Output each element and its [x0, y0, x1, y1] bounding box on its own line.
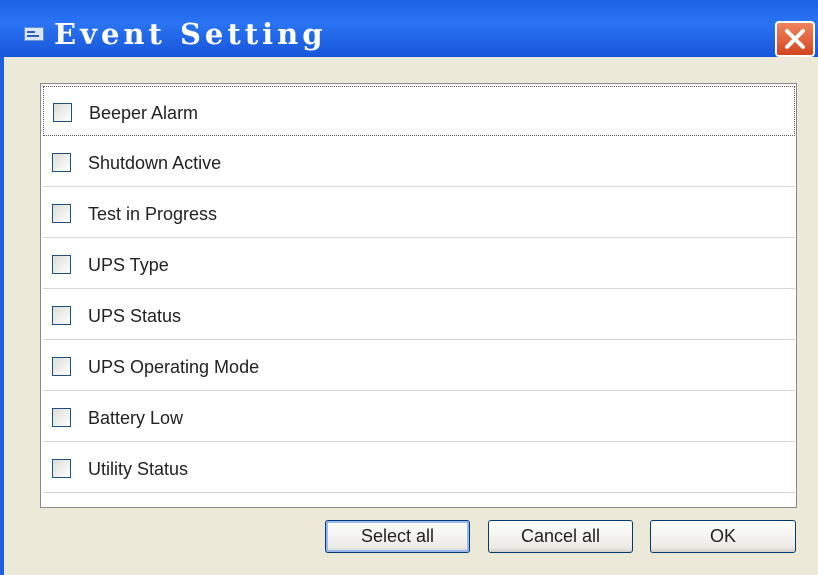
list-item-label: Shutdown Active — [88, 153, 222, 173]
checkbox-beeper-alarm[interactable] — [53, 103, 72, 122]
checkbox-ups-operating-mode[interactable] — [52, 357, 71, 376]
checkbox-ups-type[interactable] — [52, 255, 71, 274]
event-setting-dialog: Event Setting Beeper Alarm Shutdown Acti… — [0, 0, 818, 575]
list-item-ups-status[interactable]: UPS Status — [43, 290, 795, 340]
list-item-shutdown-active[interactable]: Shutdown Active — [43, 137, 795, 187]
close-button[interactable] — [775, 21, 815, 57]
list-item-test-in-progress[interactable]: Test in Progress — [43, 188, 795, 238]
cancel-all-button[interactable]: Cancel all — [488, 520, 633, 553]
list-item-label: UPS Operating Mode — [88, 357, 260, 377]
checkbox-utility-status[interactable] — [52, 459, 71, 478]
close-icon — [785, 29, 805, 49]
list-item-label: UPS Status — [88, 306, 182, 326]
checkbox-ups-status[interactable] — [52, 306, 71, 325]
checkbox-test-in-progress[interactable] — [52, 204, 71, 223]
window-title: Event Setting — [54, 17, 327, 51]
title-bar[interactable]: Event Setting — [0, 0, 818, 57]
list-item-ups-type[interactable]: UPS Type — [43, 239, 795, 289]
ok-button[interactable]: OK — [650, 520, 796, 553]
list-item-label: Beeper Alarm — [89, 103, 199, 123]
list-item-beeper-alarm[interactable]: Beeper Alarm — [43, 86, 795, 136]
window-border — [0, 57, 4, 575]
window-icon — [24, 27, 44, 41]
list-item-battery-low[interactable]: Battery Low — [43, 392, 795, 442]
select-all-button[interactable]: Select all — [325, 520, 470, 553]
list-item-label: Test in Progress — [88, 204, 218, 224]
list-item-label: Utility Status — [88, 459, 189, 479]
checkbox-battery-low[interactable] — [52, 408, 71, 427]
list-item-utility-status[interactable]: Utility Status — [43, 443, 795, 493]
list-item-label: UPS Type — [88, 255, 169, 275]
list-item-ups-operating-mode[interactable]: UPS Operating Mode — [43, 341, 795, 391]
checkbox-shutdown-active[interactable] — [52, 153, 71, 172]
event-list[interactable]: Beeper Alarm Shutdown Active Test in Pro… — [40, 83, 797, 508]
list-item-label: Battery Low — [88, 408, 184, 428]
